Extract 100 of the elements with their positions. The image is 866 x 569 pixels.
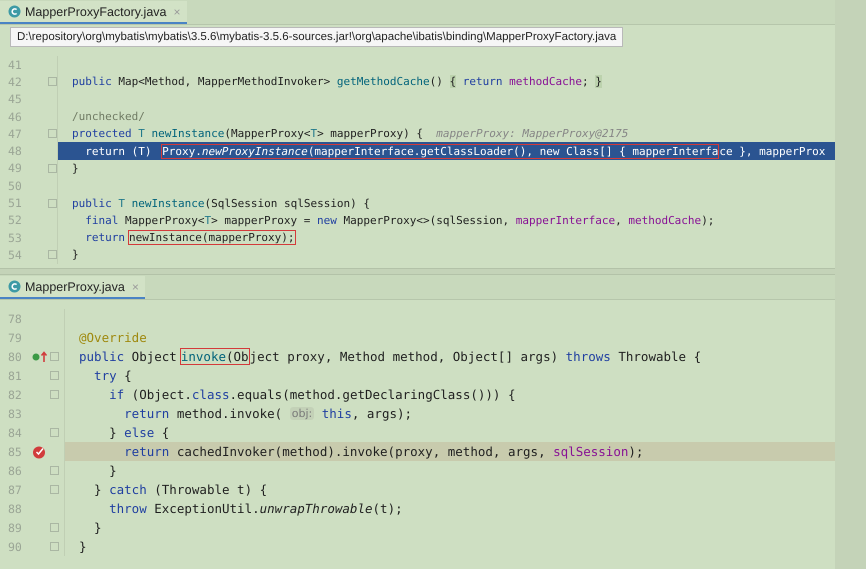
line-number: 42: [7, 74, 23, 89]
code-text: MapperProxy<: [124, 214, 204, 227]
type-parameter: T: [310, 127, 318, 140]
code-text: (Throwable t) {: [153, 482, 268, 497]
code-text: > mapperProxy) {: [317, 127, 424, 140]
line-number: 85: [7, 444, 23, 458]
breakpoint-icon[interactable]: [32, 444, 46, 458]
code-text: Map<Method, MapperMethodInvoker>: [117, 75, 332, 88]
code-text: MapperProxy<>(sqlSession,: [342, 214, 510, 227]
line-number: 49: [7, 161, 23, 176]
code-text: return (T): [84, 144, 152, 158]
method-name: newInstance: [130, 196, 204, 210]
class-file-icon: [8, 280, 21, 293]
highlight-box: newInstance(mapperProxy);: [128, 230, 296, 246]
keyword: new: [317, 214, 337, 227]
keyword: return: [123, 406, 170, 421]
type-parameter: T: [204, 214, 212, 227]
field-name: mapperInterface: [516, 214, 616, 227]
code-text: ,: [615, 214, 623, 227]
fold-icon[interactable]: [50, 485, 59, 494]
class-file-icon: [8, 5, 21, 18]
code-text: }: [93, 482, 102, 497]
highlight-box: Proxy.newProxyInstance(mapperInterface.getClassLoader(), new Class[] { mapperInterfa: [161, 144, 720, 159]
keyword: try: [93, 368, 117, 383]
keyword: else: [123, 425, 154, 440]
parameter-hint: obj:: [290, 407, 314, 420]
file-path-tooltip: D:\repository\org\mybatis\mybatis\3.5.6\mybatis-3.5.6-sources.jar!\org\apache\ibatis\binding\MapperProxyFactory.java: [10, 27, 624, 47]
fold-icon[interactable]: [48, 164, 57, 173]
keyword: final: [84, 214, 118, 227]
line-number: 88: [7, 502, 23, 516]
fold-icon[interactable]: [50, 352, 59, 361]
code-text: .equals(method.getDeclaringClass())) {: [230, 387, 516, 402]
comment: /unchecked/: [72, 110, 145, 124]
line-number: 78: [7, 312, 23, 326]
keyword: public: [72, 75, 112, 88]
line-number: 87: [7, 482, 23, 496]
fold-icon[interactable]: [50, 390, 59, 399]
type-parameter: T: [117, 196, 125, 210]
code-text: );: [628, 444, 644, 459]
line-number: 50: [7, 178, 23, 193]
annotation: @Override: [79, 330, 147, 345]
fold-icon[interactable]: [50, 523, 59, 532]
file-tab[interactable]: MapperProxyFactory.java ×: [0, 1, 187, 24]
line-number: 83: [7, 406, 23, 420]
field-name: sqlSession: [553, 444, 628, 459]
line-number: 52: [7, 213, 23, 228]
code-text: ;: [582, 75, 590, 88]
field-name: methodCache: [628, 214, 702, 227]
fold-icon[interactable]: [50, 371, 59, 380]
line-number: 79: [7, 330, 23, 344]
code-text: ce }, mapperProx: [719, 144, 826, 158]
line-number: 90: [7, 540, 23, 554]
method-name: newInstance: [150, 127, 224, 140]
keyword: this: [320, 406, 352, 421]
line-number: 81: [7, 368, 23, 382]
code-text: (Object.: [130, 387, 192, 402]
fold-icon[interactable]: [48, 77, 57, 86]
fold-icon[interactable]: [50, 542, 59, 551]
line-number: 54: [7, 248, 23, 262]
fold-icon[interactable]: [48, 198, 57, 208]
debug-value: mapperProxy: MapperProxy@2175: [435, 127, 628, 140]
line-number: 46: [7, 110, 23, 124]
line-number: 82: [7, 388, 23, 402]
keyword: public: [79, 349, 124, 364]
keyword: return: [462, 75, 502, 88]
code-text: (SqlSession sqlSession) {: [204, 196, 370, 210]
code-text: {: [123, 368, 132, 383]
line-number: 45: [7, 92, 23, 106]
keyword: protected: [72, 127, 132, 140]
code-text: }: [93, 520, 102, 535]
code-text: }: [72, 162, 79, 175]
code-text: (t);: [372, 501, 403, 516]
keyword: return: [123, 444, 170, 459]
code-text: ExceptionUtil.: [153, 501, 260, 516]
code-text: }: [72, 248, 79, 262]
line-number: 80: [7, 350, 23, 364]
line-number: 53: [7, 230, 23, 245]
code-text: , args);: [352, 406, 412, 421]
code-text: ject proxy, Method method, Object[] args): [250, 349, 560, 364]
code-text: cachedInvoker(method).invoke(proxy, method, args,: [176, 444, 547, 459]
line-number: 89: [7, 520, 23, 534]
code-text: }: [108, 425, 117, 440]
line-number: 86: [7, 464, 23, 478]
fold-icon[interactable]: [48, 129, 57, 138]
fold-icon[interactable]: [50, 428, 59, 437]
code-text: {: [160, 425, 170, 440]
code-text: Throwable {: [617, 349, 702, 364]
fold-icon[interactable]: [48, 250, 57, 260]
keyword: return: [84, 231, 125, 244]
code-text: }: [79, 539, 87, 554]
code-text: > mapperProxy =: [211, 214, 312, 227]
fold-icon[interactable]: [50, 466, 59, 475]
code-text: }: [108, 463, 117, 478]
folded-brace: }: [595, 75, 602, 88]
line-number: 84: [7, 426, 23, 440]
folded-brace: {: [450, 75, 456, 88]
file-tab[interactable]: MapperProxy.java ×: [0, 276, 145, 299]
override-marker-icon[interactable]: [32, 350, 48, 362]
code-text: method.invoke(: [176, 406, 284, 421]
field-name: methodCache: [508, 75, 582, 88]
